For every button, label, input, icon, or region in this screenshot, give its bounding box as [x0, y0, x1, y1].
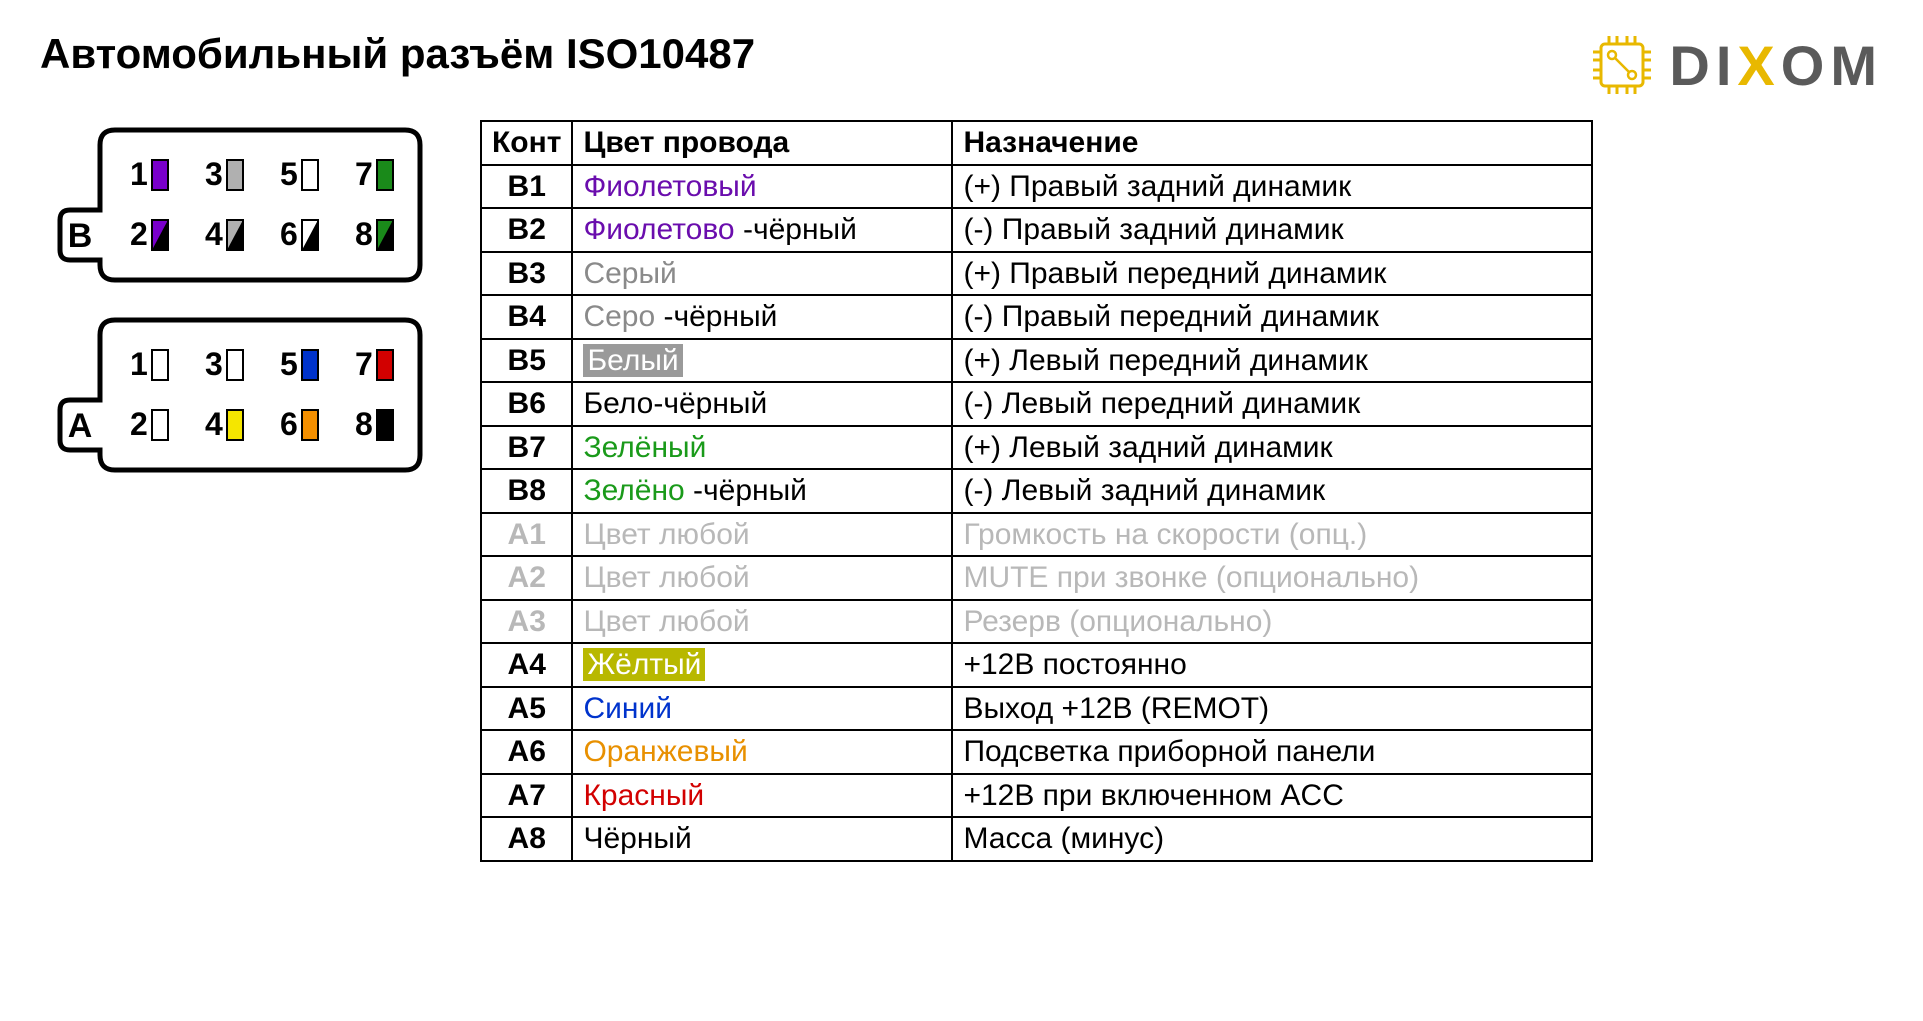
purpose-cell: Громкость на скорости (опц.) — [952, 513, 1592, 557]
purpose-cell: +12В постоянно — [952, 643, 1592, 687]
table-row: A2Цвет любойMUTE при звонке (опционально… — [481, 556, 1592, 600]
pin-cell: A7 — [481, 774, 572, 818]
pin-cell: B3 — [481, 252, 572, 296]
table-row: A5СинийВыход +12В (REMOT) — [481, 687, 1592, 731]
svg-text:7: 7 — [355, 346, 373, 382]
svg-text:6: 6 — [280, 216, 298, 252]
table-row: B1Фиолетовый(+) Правый задний динамик — [481, 165, 1592, 209]
table-row: A6ОранжевыйПодсветка приборной панели — [481, 730, 1592, 774]
svg-text:5: 5 — [280, 156, 298, 192]
pin-cell: B4 — [481, 295, 572, 339]
color-cell: Серо -чёрный — [572, 295, 952, 339]
table-row: B8Зелёно -чёрный(-) Левый задний динамик — [481, 469, 1592, 513]
pin-cell: B5 — [481, 339, 572, 383]
svg-text:1: 1 — [130, 156, 148, 192]
table-row: A8ЧёрныйМасса (минус) — [481, 817, 1592, 861]
pin-cell: A8 — [481, 817, 572, 861]
svg-text:2: 2 — [130, 406, 148, 442]
purpose-cell: Подсветка приборной панели — [952, 730, 1592, 774]
svg-text:3: 3 — [205, 156, 223, 192]
svg-text:2: 2 — [130, 216, 148, 252]
dixom-logo: DIXOM — [1587, 30, 1883, 100]
pin-cell: A1 — [481, 513, 572, 557]
table-row: B4Серо -чёрный(-) Правый передний динами… — [481, 295, 1592, 339]
connector-diagram: B 1 3 5 7 2 4 6 8 A 1 3 5 7 2 4 6 8 — [40, 120, 450, 510]
page-title: Автомобильный разъём ISO10487 — [40, 30, 755, 78]
color-cell: Фиолетовый — [572, 165, 952, 209]
color-cell: Цвет любой — [572, 600, 952, 644]
pin-cell: A3 — [481, 600, 572, 644]
color-cell: Фиолетово -чёрный — [572, 208, 952, 252]
table-row: B3Серый(+) Правый передний динамик — [481, 252, 1592, 296]
purpose-cell: (-) Левый передний динамик — [952, 382, 1592, 426]
pin-cell: B1 — [481, 165, 572, 209]
table-row: B2Фиолетово -чёрный(-) Правый задний дин… — [481, 208, 1592, 252]
color-cell: Серый — [572, 252, 952, 296]
purpose-cell: (-) Левый задний динамик — [952, 469, 1592, 513]
purpose-cell: +12В при включенном ACC — [952, 774, 1592, 818]
pinout-table: Конт Цвет провода Назначение B1Фиолетовы… — [480, 120, 1593, 862]
header-purpose: Назначение — [952, 121, 1592, 165]
purpose-cell: Выход +12В (REMOT) — [952, 687, 1592, 731]
color-cell: Жёлтый — [572, 643, 952, 687]
purpose-cell: (+) Правый задний динамик — [952, 165, 1592, 209]
svg-text:8: 8 — [355, 216, 373, 252]
table-row: B5Белый(+) Левый передний динамик — [481, 339, 1592, 383]
svg-text:8: 8 — [355, 406, 373, 442]
purpose-cell: (+) Левый передний динамик — [952, 339, 1592, 383]
pin-cell: B7 — [481, 426, 572, 470]
color-cell: Цвет любой — [572, 513, 952, 557]
logo-text: DIXOM — [1669, 33, 1883, 98]
header-pin: Конт — [481, 121, 572, 165]
color-cell: Белый — [572, 339, 952, 383]
svg-text:5: 5 — [280, 346, 298, 382]
purpose-cell: (+) Правый передний динамик — [952, 252, 1592, 296]
color-cell: Зелёный — [572, 426, 952, 470]
color-cell: Оранжевый — [572, 730, 952, 774]
svg-text:7: 7 — [355, 156, 373, 192]
pin-cell: A2 — [481, 556, 572, 600]
color-cell: Синий — [572, 687, 952, 731]
color-cell: Бело-чёрный — [572, 382, 952, 426]
svg-text:B: B — [68, 217, 93, 255]
purpose-cell: Масса (минус) — [952, 817, 1592, 861]
pin-cell: A5 — [481, 687, 572, 731]
pin-cell: B8 — [481, 469, 572, 513]
purpose-cell: (+) Левый задний динамик — [952, 426, 1592, 470]
table-row: A3Цвет любойРезерв (опционально) — [481, 600, 1592, 644]
color-cell: Зелёно -чёрный — [572, 469, 952, 513]
svg-text:4: 4 — [205, 216, 223, 252]
table-row: B6Бело-чёрный(-) Левый передний динамик — [481, 382, 1592, 426]
svg-text:A: A — [68, 407, 93, 445]
svg-text:1: 1 — [130, 346, 148, 382]
header-color: Цвет провода — [572, 121, 952, 165]
svg-text:3: 3 — [205, 346, 223, 382]
table-row: A7Красный+12В при включенном ACC — [481, 774, 1592, 818]
color-cell: Красный — [572, 774, 952, 818]
purpose-cell: Резерв (опционально) — [952, 600, 1592, 644]
purpose-cell: MUTE при звонке (опционально) — [952, 556, 1592, 600]
purpose-cell: (-) Правый задний динамик — [952, 208, 1592, 252]
table-row: B7Зелёный(+) Левый задний динамик — [481, 426, 1592, 470]
pin-cell: A6 — [481, 730, 572, 774]
svg-text:4: 4 — [205, 406, 223, 442]
purpose-cell: (-) Правый передний динамик — [952, 295, 1592, 339]
svg-text:6: 6 — [280, 406, 298, 442]
pin-cell: A4 — [481, 643, 572, 687]
table-row: A1Цвет любойГромкость на скорости (опц.) — [481, 513, 1592, 557]
chip-icon — [1587, 30, 1657, 100]
color-cell: Цвет любой — [572, 556, 952, 600]
pin-cell: B6 — [481, 382, 572, 426]
table-row: A4Жёлтый+12В постоянно — [481, 643, 1592, 687]
color-cell: Чёрный — [572, 817, 952, 861]
pin-cell: B2 — [481, 208, 572, 252]
